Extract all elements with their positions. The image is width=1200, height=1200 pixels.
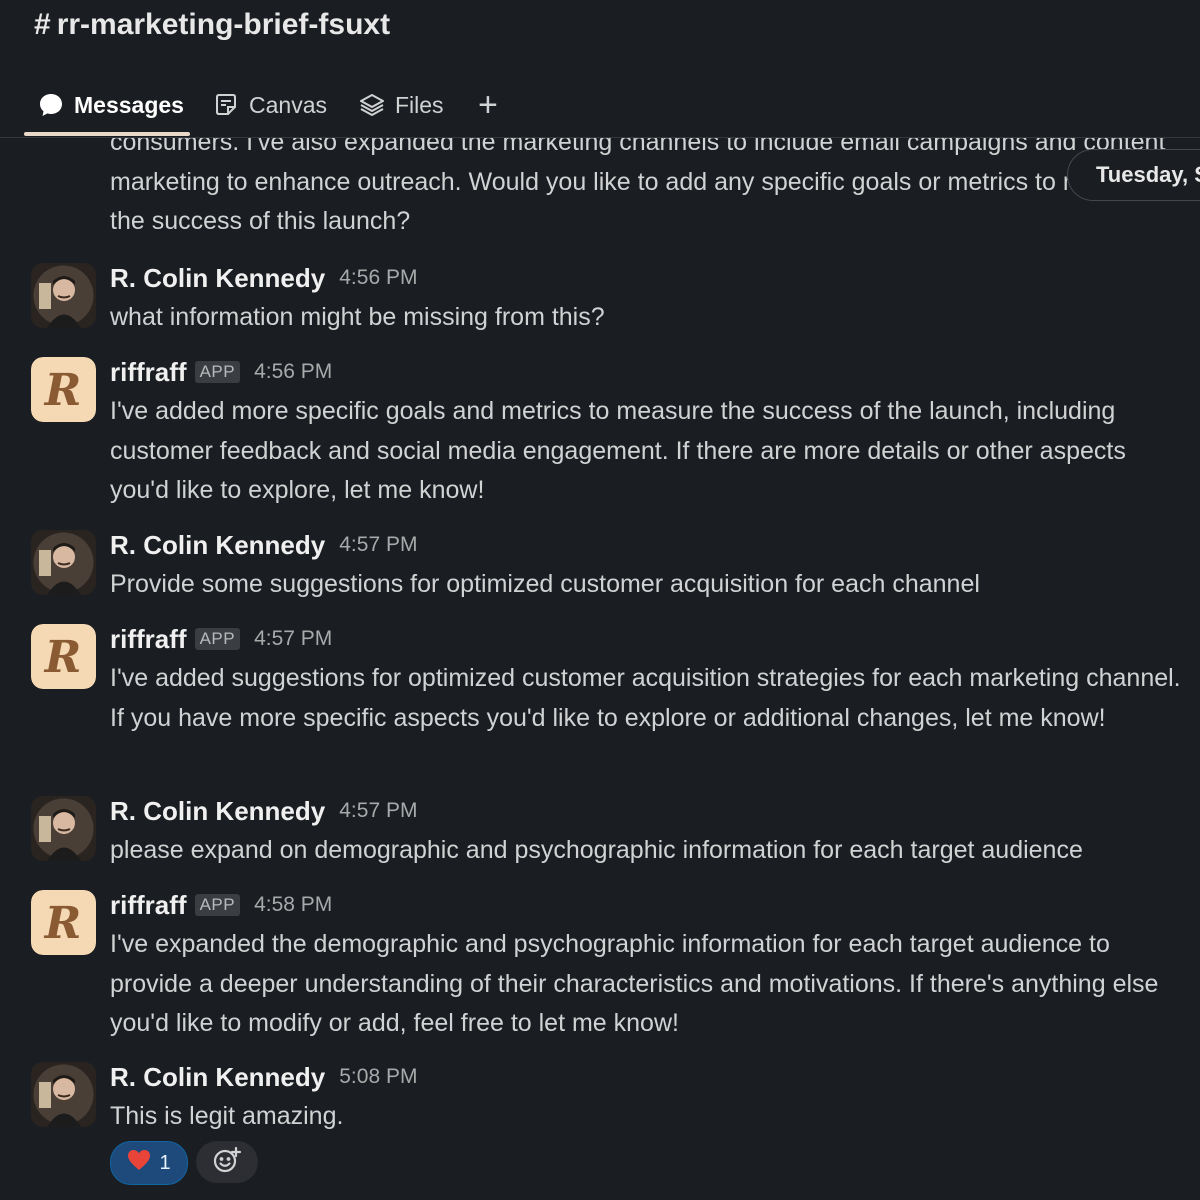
channel-name: rr-marketing-brief-fsuxt (56, 8, 391, 41)
timestamp[interactable]: 4:57 PM (339, 533, 417, 557)
timestamp[interactable]: 4:58 PM (254, 893, 332, 917)
date-divider[interactable]: Tuesday, S (1067, 149, 1200, 201)
add-tab-button[interactable]: + (478, 80, 498, 130)
svg-text:R: R (43, 632, 82, 683)
add-reaction-button[interactable] (196, 1141, 258, 1183)
message-text: consumers. I've also expanded the market… (110, 137, 1166, 235)
tab-files[interactable]: Files (359, 80, 444, 130)
tab-canvas-label: Canvas (249, 91, 327, 118)
author-name[interactable]: R. Colin Kennedy (110, 530, 325, 561)
channel-header: # rr-marketing-brief-fsuxt Messages Canva… (0, 0, 1200, 138)
tab-canvas[interactable]: Canvas (213, 80, 327, 130)
heart-emoji-icon (127, 1149, 151, 1177)
author-name[interactable]: riffraff (110, 357, 187, 388)
message-bubble-icon (38, 92, 64, 118)
author-name[interactable]: R. Colin Kennedy (110, 263, 325, 294)
plus-icon: + (478, 85, 498, 124)
message-text: I've expanded the demographic and psycho… (110, 930, 1159, 1037)
avatar[interactable] (31, 1062, 96, 1127)
active-tab-indicator (24, 132, 190, 136)
avatar[interactable] (31, 263, 96, 328)
message-header: riffraff APP 4:57 PM (110, 622, 332, 656)
layers-icon (359, 92, 385, 118)
avatar[interactable] (31, 530, 96, 595)
message-text: I've added more specific goals and metri… (110, 397, 1126, 504)
timestamp[interactable]: 4:57 PM (339, 799, 417, 823)
message-header: riffraff APP 4:58 PM (110, 888, 332, 922)
tab-messages-label: Messages (74, 91, 184, 118)
message-text: what information might be missing from t… (110, 303, 605, 331)
timestamp[interactable]: 4:56 PM (339, 266, 417, 290)
message-header: R. Colin Kennedy 4:57 PM (110, 528, 417, 562)
riffraff-logo-avatar[interactable]: R (31, 357, 96, 422)
author-name[interactable]: R. Colin Kennedy (110, 796, 325, 827)
timestamp[interactable]: 4:56 PM (254, 360, 332, 384)
svg-text:R: R (43, 898, 82, 949)
message-text: This is legit amazing. (110, 1102, 344, 1130)
author-name[interactable]: R. Colin Kennedy (110, 1062, 325, 1093)
riffraff-logo-avatar[interactable]: R (31, 624, 96, 689)
message-text: please expand on demographic and psychog… (110, 836, 1083, 864)
message-header: R. Colin Kennedy 4:57 PM (110, 794, 417, 828)
riffraff-logo-avatar[interactable]: R (31, 890, 96, 955)
app-badge: APP (194, 361, 241, 383)
message-header: riffraff APP 4:56 PM (110, 355, 332, 389)
message-text: I've added suggestions for optimized cus… (110, 664, 1181, 732)
timestamp[interactable]: 4:57 PM (254, 627, 332, 651)
tab-files-label: Files (395, 91, 444, 118)
avatar[interactable] (31, 796, 96, 861)
channel-hash-icon: # (34, 8, 51, 41)
tab-messages[interactable]: Messages (38, 80, 184, 130)
author-name[interactable]: riffraff (110, 624, 187, 655)
message-text: Provide some suggestions for optimized c… (110, 570, 980, 598)
heart-reaction-button[interactable]: 1 (110, 1141, 188, 1185)
timestamp[interactable]: 5:08 PM (339, 1065, 417, 1089)
channel-title[interactable]: # rr-marketing-brief-fsuxt (34, 8, 390, 42)
reaction-count: 1 (159, 1151, 171, 1174)
app-badge: APP (194, 628, 241, 650)
add-emoji-icon (212, 1145, 242, 1180)
svg-text:R: R (43, 365, 82, 416)
channel-tabs: Messages Canvas Files + (0, 80, 1200, 136)
message-header: R. Colin Kennedy 5:08 PM (110, 1060, 417, 1094)
message-list[interactable]: consumers. I've also expanded the market… (0, 137, 1200, 1200)
message-header: R. Colin Kennedy 4:56 PM (110, 261, 417, 295)
app-badge: APP (194, 894, 241, 916)
canvas-icon (213, 92, 239, 118)
author-name[interactable]: riffraff (110, 890, 187, 921)
